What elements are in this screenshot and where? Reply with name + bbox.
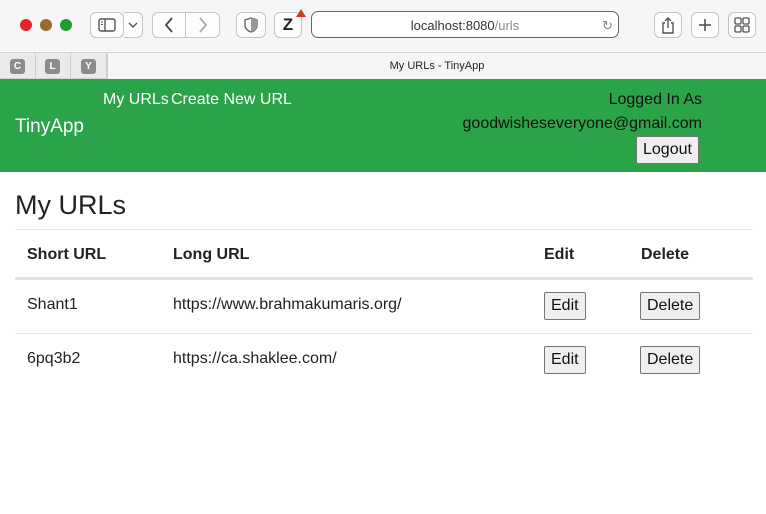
forward-button[interactable]	[186, 12, 220, 38]
address-bar[interactable]: localhost:8080/urls ↻	[311, 11, 619, 38]
new-tab-button[interactable]	[691, 12, 719, 38]
short-url-cell: Shant1	[27, 296, 78, 313]
plus-icon	[699, 19, 711, 31]
chevron-down-icon	[128, 22, 138, 28]
zoom-window-button[interactable]	[60, 19, 72, 31]
tab-strip: C L Y My URLs - TinyApp	[0, 52, 766, 79]
active-tab[interactable]: My URLs - TinyApp	[107, 53, 766, 79]
pinned-tab-icon: C	[10, 58, 25, 74]
brand-link[interactable]: TinyApp	[15, 116, 84, 138]
nav-create-new-url-link[interactable]: Create New URL	[171, 91, 292, 109]
sidebar-toggle-button[interactable]	[90, 12, 124, 38]
column-header-short-url: Short URL	[27, 246, 107, 263]
grid-icon	[734, 17, 750, 33]
share-button[interactable]	[654, 12, 682, 38]
privacy-report-button[interactable]	[236, 12, 266, 38]
delete-button[interactable]: Delete	[640, 346, 701, 374]
pinned-tab[interactable]: Y	[71, 53, 107, 79]
edit-button[interactable]: Edit	[544, 346, 586, 374]
column-header-long-url: Long URL	[173, 246, 250, 263]
page-title: My URLs	[15, 190, 127, 220]
share-icon	[662, 16, 674, 34]
chevron-right-icon	[198, 17, 207, 33]
edit-button[interactable]: Edit	[544, 292, 586, 320]
long-url-cell: https://www.brahmakumaris.org/	[173, 296, 402, 313]
table-row: Shant1 https://www.brahmakumaris.org/ Ed…	[15, 279, 753, 333]
browser-toolbar: Z localhost:8080/urls ↻	[0, 0, 766, 52]
warning-icon	[296, 9, 306, 17]
sidebar-icon	[98, 18, 116, 32]
reload-icon[interactable]: ↻	[602, 18, 613, 34]
back-button[interactable]	[152, 12, 186, 38]
column-header-edit: Edit	[544, 246, 575, 263]
shield-icon	[244, 17, 258, 33]
logged-in-label: Logged In As	[608, 91, 702, 108]
user-email: goodwisheseveryone@gmail.com	[462, 115, 702, 132]
minimize-window-button[interactable]	[40, 19, 52, 31]
sidebar-menu-button[interactable]	[124, 12, 143, 38]
pinned-tab[interactable]: L	[35, 53, 71, 79]
pinned-tab[interactable]: C	[0, 53, 36, 79]
url-host: localhost:8080	[410, 18, 495, 33]
chevron-left-icon	[164, 17, 173, 33]
urls-table: Short URL Long URL Edit Delete Shant1 ht…	[15, 229, 753, 387]
extension-label: Z	[282, 15, 294, 34]
short-url-cell: 6pq3b2	[27, 350, 81, 367]
table-header-row: Short URL Long URL Edit Delete	[15, 229, 753, 279]
delete-button[interactable]: Delete	[640, 292, 701, 320]
pinned-tab-icon: L	[45, 58, 60, 74]
url-path: /urls	[494, 18, 520, 33]
active-tab-title: My URLs - TinyApp	[389, 60, 485, 72]
table-row: 6pq3b2 https://ca.shaklee.com/ Edit Dele…	[15, 333, 753, 387]
pinned-tab-icon: Y	[81, 58, 96, 74]
close-window-button[interactable]	[20, 19, 32, 31]
column-header-delete: Delete	[641, 246, 690, 263]
long-url-cell: https://ca.shaklee.com/	[173, 350, 337, 367]
nav-my-urls-link[interactable]: My URLs	[103, 91, 169, 109]
tab-overview-button[interactable]	[728, 12, 756, 38]
logout-button[interactable]: Logout	[636, 136, 699, 164]
